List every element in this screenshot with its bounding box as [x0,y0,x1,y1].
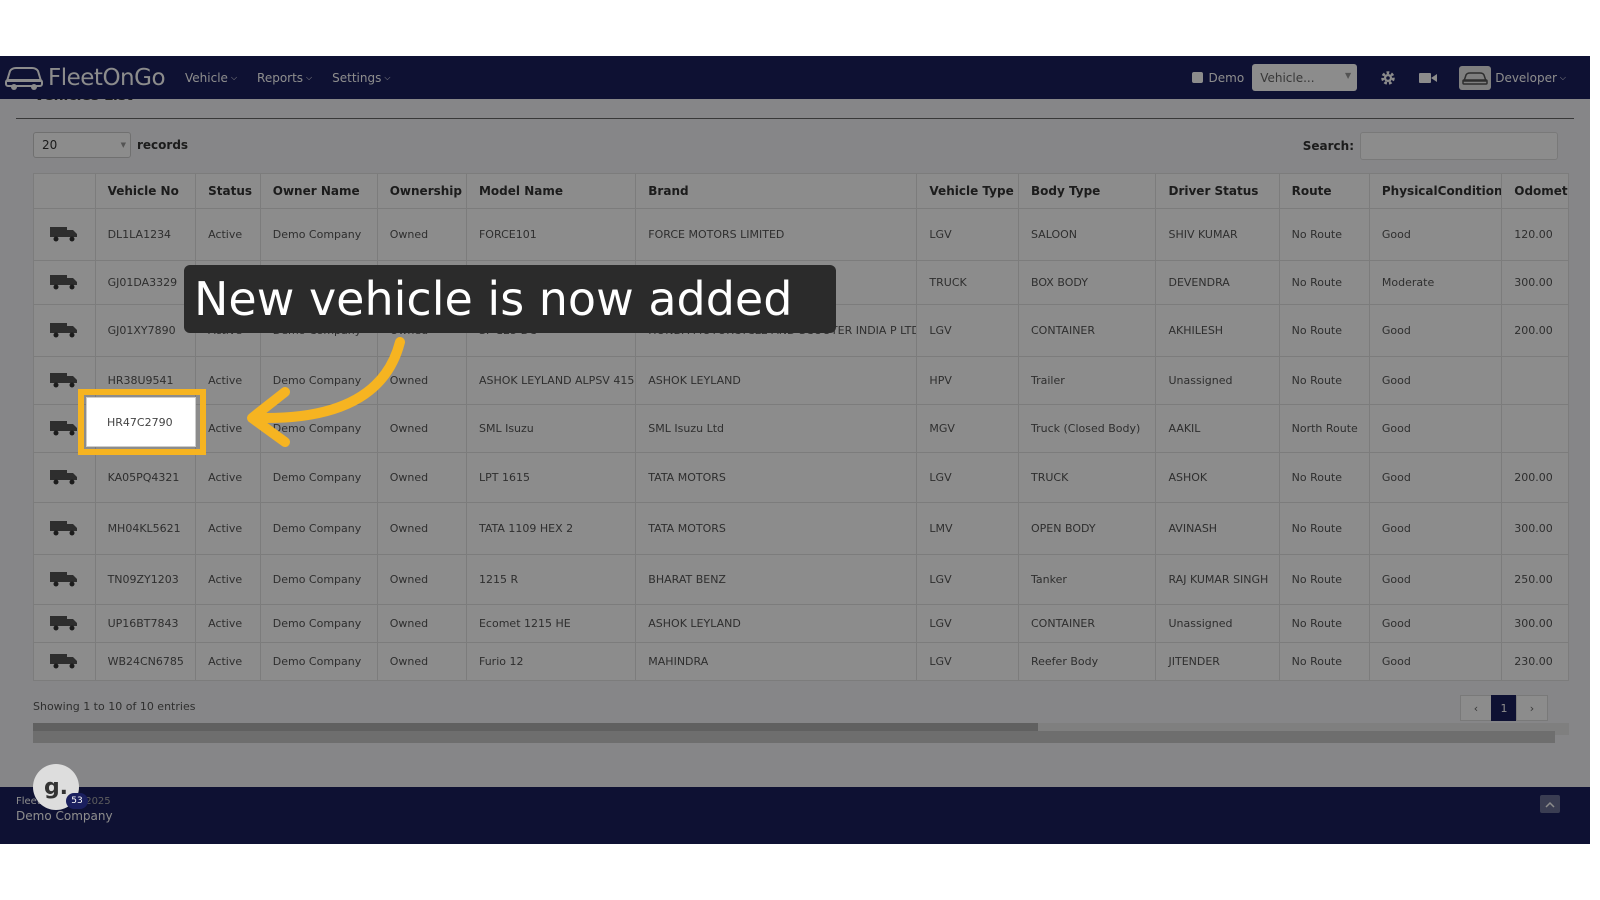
highlight-frame [78,389,206,455]
tutorial-callout: New vehicle is now added [184,265,836,333]
guide-count-badge: 53 [66,793,88,809]
curved-arrow-icon [247,337,405,447]
